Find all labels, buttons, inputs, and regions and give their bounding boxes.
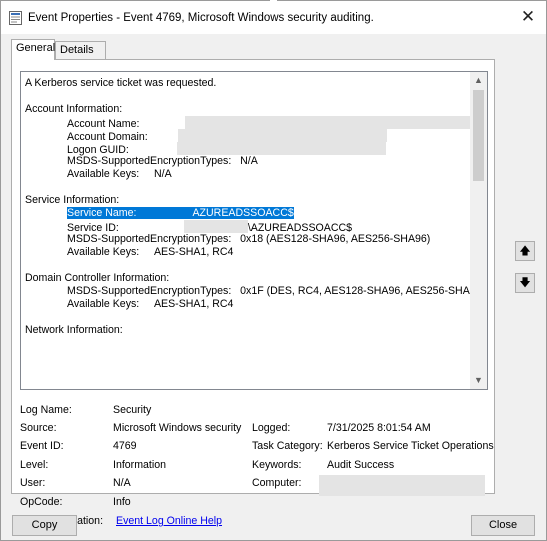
event-log-online-help-link[interactable]: Event Log Online Help: [116, 515, 222, 527]
svc-keys-value: AES-SHA1, RC4: [153, 246, 234, 258]
svc-enc-types-value: 0x18 (AES128-SHA96, AES256-SHA96): [240, 233, 431, 245]
redacted-service-id-domain: [183, 220, 248, 233]
service-name-label: Service Name:: [67, 207, 137, 219]
keywords-value: Audit Success: [327, 459, 395, 471]
log-name-value: Security: [113, 404, 152, 416]
opcode-label: OpCode:: [20, 496, 63, 508]
close-button[interactable]: Close: [471, 515, 535, 536]
event-id-label: Event ID:: [20, 440, 64, 452]
logged-label: Logged:: [252, 422, 291, 434]
service-name-value: AZUREADSSOACC$: [192, 207, 294, 219]
scrollbar-thumb[interactable]: [473, 90, 484, 181]
scroll-up-arrow-icon[interactable]: ▲: [470, 72, 487, 89]
service-information-header: Service Information:: [25, 194, 120, 206]
redacted-account-name: [185, 116, 486, 129]
acct-keys-label: Available Keys:: [67, 168, 140, 180]
general-tab-panel: A Kerberos service ticket was requested.…: [11, 59, 495, 527]
acct-keys-value: N/A: [153, 168, 172, 180]
redacted-computer-name: [319, 475, 485, 496]
logged-value: 7/31/2025 8:01:54 AM: [327, 422, 431, 434]
description-line: A Kerberos service ticket was requested.: [25, 77, 217, 89]
account-information-header: Account Information:: [25, 103, 123, 115]
task-category-value: Kerberos Service Ticket Operations: [327, 440, 494, 452]
event-properties-grid: Log Name: Security Source: Microsoft Win…: [20, 404, 494, 529]
network-information-header: Network Information:: [25, 324, 123, 336]
dc-keys-label: Available Keys:: [67, 298, 140, 310]
scroll-down-arrow-icon[interactable]: ▼: [470, 372, 487, 389]
source-value: Microsoft Windows security: [113, 422, 242, 434]
source-label: Source:: [20, 422, 57, 434]
redacted-logon-guid: [176, 142, 386, 155]
dc-keys-value: AES-SHA1, RC4: [153, 298, 234, 310]
user-value: N/A: [113, 477, 131, 489]
level-label: Level:: [20, 459, 49, 471]
keywords-label: Keywords:: [252, 459, 302, 471]
tab-general[interactable]: General: [11, 39, 55, 60]
domain-controller-header: Domain Controller Information:: [25, 272, 170, 284]
acct-enc-types-label: MSDS-SupportedEncryptionTypes:: [67, 155, 232, 167]
dc-enc-types-value: 0x1F (DES, RC4, AES128-SHA96, AES256-SHA…: [240, 285, 486, 297]
copy-button[interactable]: Copy: [12, 515, 77, 536]
title-bar: Event Properties - Event 4769, Microsoft…: [1, 1, 546, 34]
user-label: User:: [20, 477, 46, 489]
acct-enc-types-value: N/A: [240, 155, 258, 167]
window-title: Event Properties - Event 4769, Microsoft…: [28, 12, 374, 24]
redacted-account-domain: [177, 129, 387, 142]
log-name-label: Log Name:: [20, 404, 72, 416]
arrow-down-icon[interactable]: 🡇: [515, 273, 535, 293]
description-content: A Kerberos service ticket was requested.…: [25, 77, 486, 337]
opcode-value: Info: [113, 496, 131, 508]
tab-details[interactable]: Details: [55, 41, 106, 59]
computer-label: Computer:: [252, 477, 302, 489]
arrow-up-icon[interactable]: 🡅: [515, 241, 535, 261]
level-value: Information: [113, 459, 166, 471]
event-log-icon: [9, 11, 22, 25]
dc-enc-types-label: MSDS-SupportedEncryptionTypes:: [67, 285, 232, 297]
service-name-selection[interactable]: Service Name: AZUREADSSOACC$: [67, 207, 294, 219]
event-id-value: 4769: [113, 440, 137, 452]
task-category-label: Task Category:: [252, 440, 323, 452]
svc-enc-types-label: MSDS-SupportedEncryptionTypes:: [67, 233, 232, 245]
close-icon[interactable]: ✕: [518, 6, 538, 28]
event-description-textbox[interactable]: A Kerberos service ticket was requested.…: [20, 71, 488, 390]
description-scrollbar[interactable]: ▲ ▼: [470, 72, 487, 389]
svc-keys-label: Available Keys:: [67, 246, 140, 258]
event-properties-window: Event Properties - Event 4769, Microsoft…: [0, 0, 547, 541]
